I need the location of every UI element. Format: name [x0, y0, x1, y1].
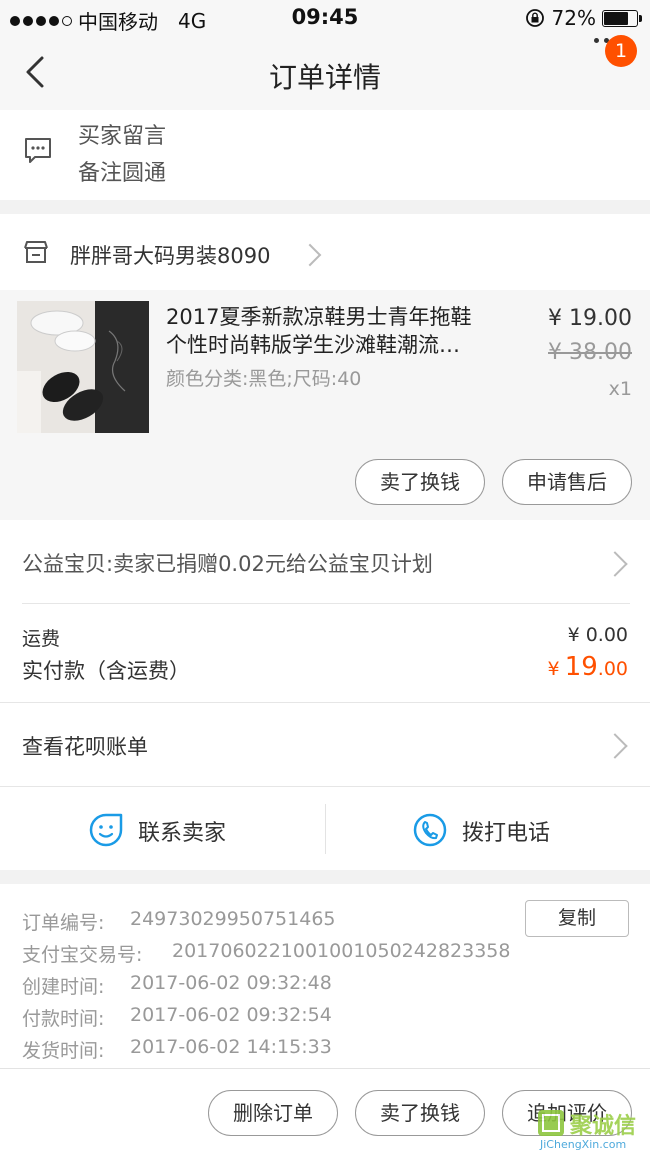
- delete-order-button[interactable]: 删除订单: [208, 1090, 338, 1136]
- product-title[interactable]: 2017夏季新款凉鞋男士青年拖鞋 个性时尚韩版学生沙滩鞋潮流…: [166, 303, 471, 359]
- sell-for-cash-bottom-button[interactable]: 卖了换钱: [355, 1090, 485, 1136]
- order-number: 24973029950751465: [130, 908, 336, 930]
- created-time-label: 创建时间:: [22, 976, 105, 998]
- product-original-price: ¥ 38.00: [548, 340, 632, 365]
- huabei-bill-link[interactable]: 查看花呗账单: [22, 731, 148, 761]
- shipped-time-label: 发货时间:: [22, 1040, 105, 1062]
- alipay-trade-label: 支付宝交易号:: [22, 944, 143, 966]
- paid-amount: ¥ 19.00: [548, 652, 629, 682]
- call-phone-label: 拨打电话: [462, 821, 551, 846]
- product-price: ¥ 19.00: [548, 306, 632, 331]
- charity-text[interactable]: 公益宝贝:卖家已捐赠0.02元给公益宝贝计划: [22, 548, 433, 578]
- created-time: 2017-06-02 09:32:48: [130, 972, 332, 994]
- alipay-trade-number: 2017060221001001050242823358: [172, 940, 511, 962]
- watermark: 聚诚信 JiChengXin.com: [536, 1108, 646, 1152]
- watermark-logo-text: 聚诚信: [570, 1114, 637, 1139]
- battery-icon: [602, 9, 642, 27]
- status-bar: 中国移动 4G 09:45 72%: [0, 0, 650, 36]
- product-quantity: x1: [608, 378, 632, 400]
- paid-decimal: .00: [597, 658, 628, 680]
- divider: [22, 603, 630, 604]
- paid-label: 实付款（含运费）: [22, 659, 190, 683]
- order-number-label: 订单编号:: [22, 912, 105, 934]
- product-title-line1: 2017夏季新款凉鞋男士青年拖鞋: [166, 305, 472, 329]
- watermark-logo-icon: [538, 1110, 564, 1136]
- product-spec: 颜色分类:黑色;尺码:40: [166, 368, 362, 390]
- after-sale-button[interactable]: 申请售后: [502, 459, 632, 505]
- message-icon: [25, 138, 51, 163]
- divider: [0, 702, 650, 703]
- rotation-lock-icon: [525, 9, 544, 27]
- shipping-label: 运费: [22, 628, 61, 650]
- chat-face-icon: [89, 813, 123, 847]
- battery-percent: 72%: [551, 6, 596, 30]
- shop-icon: [24, 241, 48, 263]
- shipping-value: ¥ 0.00: [567, 624, 628, 646]
- product-title-line2: 个性时尚韩版学生沙滩鞋潮流…: [166, 333, 460, 357]
- shop-name[interactable]: 胖胖哥大码男装8090: [70, 240, 270, 270]
- phone-icon: [413, 813, 447, 847]
- contact-seller-label: 联系卖家: [138, 821, 227, 846]
- notification-badge: 1: [605, 35, 637, 67]
- watermark-url: JiChengXin.com: [540, 1138, 627, 1151]
- paid-integer: 19: [564, 652, 598, 682]
- copy-order-number-button[interactable]: 复制: [525, 900, 629, 937]
- paid-time-label: 付款时间:: [22, 1008, 105, 1030]
- buyer-message-content: 备注圆通: [78, 161, 167, 186]
- nav-bar: 订单详情: [0, 36, 650, 110]
- status-right: 72%: [524, 6, 642, 30]
- sandal-product-photo: [17, 301, 149, 433]
- sell-for-cash-button[interactable]: 卖了换钱: [355, 459, 485, 505]
- paid-currency: ¥: [547, 658, 560, 680]
- paid-time: 2017-06-02 09:32:54: [130, 1004, 332, 1026]
- page-title: 订单详情: [268, 61, 381, 94]
- shipped-time: 2017-06-02 14:15:33: [130, 1036, 332, 1058]
- product-image[interactable]: [17, 301, 149, 433]
- buyer-message-label: 买家留言: [78, 124, 167, 149]
